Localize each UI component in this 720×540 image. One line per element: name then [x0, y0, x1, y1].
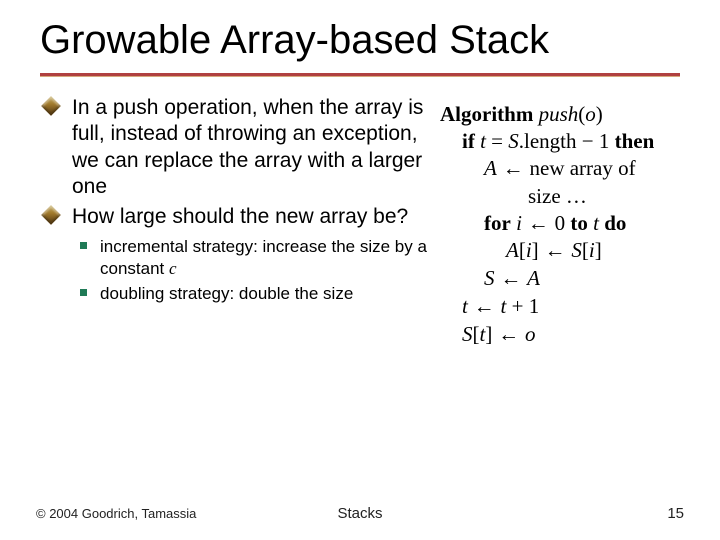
- arrow-icon: ←: [468, 295, 501, 318]
- square-bullet-icon: [80, 242, 87, 249]
- fn-arg: o: [585, 102, 596, 126]
- title-underline: [40, 73, 680, 77]
- eq: =: [486, 129, 508, 153]
- kw-for: for: [484, 211, 511, 235]
- slide-body: In a push operation, when the array is f…: [0, 77, 720, 349]
- square-bullet-icon: [80, 289, 87, 296]
- var-c: c: [169, 259, 177, 278]
- var-S: S: [484, 266, 495, 290]
- br: [: [582, 238, 589, 262]
- algorithm-block: Algorithm push(o) if t = S.length − 1 th…: [440, 95, 696, 349]
- sub-bullet-item: incremental strategy: increase the size …: [100, 236, 438, 279]
- var-t: t: [593, 211, 599, 235]
- br: ]: [532, 238, 539, 262]
- algo-line: S ← A: [440, 265, 696, 293]
- br: ]: [595, 238, 602, 262]
- arrow-icon: ←: [497, 157, 530, 180]
- fn-name: push: [539, 102, 579, 126]
- kw-then: then: [615, 129, 655, 153]
- algo-line: A ← new array of: [440, 155, 696, 183]
- algo-line: t ← t + 1: [440, 293, 696, 321]
- minus-one: − 1: [577, 129, 615, 153]
- arrow-icon: ←: [492, 323, 525, 346]
- bullet-list-lvl2: incremental strategy: increase the size …: [100, 236, 438, 304]
- new-array: new array of: [530, 156, 636, 180]
- sub-bullet-text: doubling strategy: double the size: [100, 284, 353, 303]
- diamond-bullet-icon: [41, 205, 61, 225]
- var-A: A: [527, 266, 540, 290]
- kw-do: do: [604, 211, 626, 235]
- plus-one: + 1: [506, 294, 539, 318]
- br: [: [519, 238, 526, 262]
- size-word: size …: [528, 184, 587, 208]
- algo-line: S[t] ← o: [440, 321, 696, 349]
- zero: 0: [555, 211, 566, 235]
- var-o: o: [525, 322, 536, 346]
- arrow-icon: ←: [495, 267, 528, 290]
- sub-bullet-item: doubling strategy: double the size: [100, 283, 438, 304]
- footer-center-text: Stacks: [36, 505, 684, 522]
- algo-header: Algorithm push(o): [440, 101, 696, 128]
- var-S: S: [571, 238, 582, 262]
- title-area: Growable Array-based Stack: [0, 0, 720, 67]
- var-S: S: [508, 129, 519, 153]
- arrow-icon: ←: [522, 212, 555, 235]
- algo-line: for i ← 0 to t do: [440, 210, 696, 238]
- kw-if: if: [462, 129, 475, 153]
- bullet-item: In a push operation, when the array is f…: [72, 95, 438, 200]
- kw-to: to: [565, 211, 593, 235]
- bullet-list-lvl1: In a push operation, when the array is f…: [72, 95, 438, 304]
- sub-bullet-text: incremental strategy: increase the size …: [100, 237, 427, 277]
- algo-line: size …: [440, 183, 696, 210]
- algo-line: A[i] ← S[i]: [440, 237, 696, 265]
- br: [: [473, 322, 480, 346]
- var-S: S: [462, 322, 473, 346]
- bullet-text: How large should the new array be?: [72, 205, 408, 228]
- slide-footer: © 2004 Goodrich, Tamassia Stacks 15: [36, 505, 684, 522]
- bullet-item: How large should the new array be? incre…: [72, 204, 438, 304]
- var-A: A: [506, 238, 519, 262]
- diamond-bullet-icon: [41, 96, 61, 116]
- algo-line: if t = S.length − 1 then: [440, 128, 696, 155]
- var-A: A: [484, 156, 497, 180]
- content-left: In a push operation, when the array is f…: [24, 95, 440, 349]
- arrow-icon: ←: [539, 239, 572, 262]
- slide: Growable Array-based Stack In a push ope…: [0, 0, 720, 540]
- bullet-text: In a push operation, when the array is f…: [72, 96, 423, 198]
- dot-length: .length: [519, 129, 577, 153]
- kw-algorithm: Algorithm: [440, 102, 533, 126]
- slide-title: Growable Array-based Stack: [40, 18, 680, 63]
